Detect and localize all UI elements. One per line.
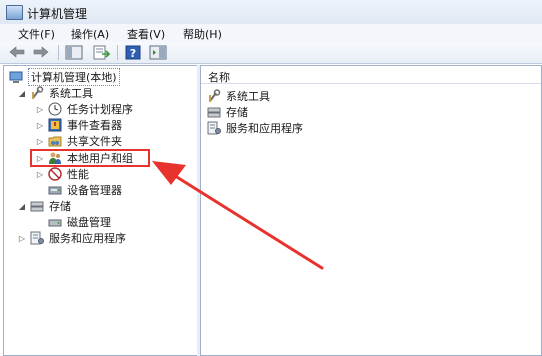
column-header-label: 名称 <box>208 71 230 84</box>
event-viewer-icon <box>48 118 62 132</box>
help-button[interactable]: ? <box>124 44 142 60</box>
show-hide-tree-button[interactable] <box>64 44 84 60</box>
menu-action[interactable]: 操作(A) <box>71 26 109 42</box>
services-icon <box>207 121 221 135</box>
disk-management-icon <box>48 215 62 229</box>
tree-item-label: 事件查看器 <box>67 119 122 132</box>
collapsed-arrow-icon[interactable]: ▷ <box>35 105 45 114</box>
tree-item-system-tools[interactable]: ◢ 系统工具 <box>17 85 93 101</box>
collapsed-arrow-icon[interactable]: ▷ <box>35 121 45 130</box>
tree-item-shared-folders[interactable]: ▷ 共享文件夹 <box>35 133 122 149</box>
show-hide-tree-icon <box>65 45 83 59</box>
computer-management-icon <box>9 70 23 84</box>
tree-item-label: 共享文件夹 <box>67 135 122 148</box>
list-item-label: 服务和应用程序 <box>226 122 303 135</box>
tree-item-disk-management[interactable]: 磁盘管理 <box>48 214 111 230</box>
tree-item-performance[interactable]: ▷ 性能 <box>35 166 89 182</box>
tree-item-label: 性能 <box>67 168 89 181</box>
list-item[interactable]: 服务和应用程序 <box>207 120 303 136</box>
tree-item-event-viewer[interactable]: ▷ 事件查看器 <box>35 117 122 133</box>
expanded-arrow-icon[interactable]: ◢ <box>17 202 27 211</box>
show-hide-action-pane-button[interactable] <box>148 44 168 60</box>
menu-view[interactable]: 查看(V) <box>127 26 165 42</box>
forward-button[interactable] <box>32 44 50 60</box>
column-header-name[interactable]: 名称 <box>201 66 541 84</box>
tree-item-label: 服务和应用程序 <box>49 232 126 245</box>
console-tree[interactable]: 计算机管理(本地) ◢ 系统工具 ▷ 任务计划程序 ▷ 事件查看器 ▷ 共享文件… <box>3 65 199 356</box>
services-icon <box>30 231 44 245</box>
tree-item-label: 系统工具 <box>49 87 93 100</box>
expanded-arrow-icon[interactable]: ◢ <box>17 89 27 98</box>
list-item-label: 存储 <box>226 106 248 119</box>
tree-item-label: 计算机管理(本地) <box>28 68 120 86</box>
forward-icon <box>33 46 49 58</box>
tree-item-label: 设备管理器 <box>67 184 122 197</box>
window-title: 计算机管理 <box>27 7 88 21</box>
results-pane[interactable]: 名称 系统工具 存储 服务和应用程序 <box>200 65 542 356</box>
menu-help[interactable]: 帮助(H) <box>183 26 222 42</box>
back-button[interactable] <box>8 44 26 60</box>
storage-icon <box>207 105 221 119</box>
list-item[interactable]: 存储 <box>207 104 248 120</box>
tree-item-computer-management[interactable]: 计算机管理(本地) <box>9 68 120 86</box>
export-list-button[interactable] <box>92 44 110 60</box>
tree-item-device-manager[interactable]: 设备管理器 <box>48 182 122 198</box>
toolbar-separator <box>58 45 59 60</box>
back-icon <box>9 46 25 58</box>
storage-icon <box>30 199 44 213</box>
tree-item-label: 磁盘管理 <box>67 216 111 229</box>
shared-folder-icon <box>48 134 62 148</box>
device-manager-icon <box>48 183 62 197</box>
system-tools-icon <box>207 89 221 103</box>
menu-bar: 文件(F) 操作(A) 查看(V) 帮助(H) <box>0 24 542 42</box>
toolbar: ? <box>0 42 542 64</box>
computer-management-icon <box>6 5 23 20</box>
list-item[interactable]: 系统工具 <box>207 88 270 104</box>
tree-item-label: 任务计划程序 <box>67 103 133 116</box>
title-bar: 计算机管理 <box>0 0 542 25</box>
tree-item-storage[interactable]: ◢ 存储 <box>17 198 71 214</box>
help-icon: ? <box>125 45 141 60</box>
toolbar-separator <box>117 45 118 60</box>
collapsed-arrow-icon[interactable]: ▷ <box>17 234 27 243</box>
tree-item-label: 存储 <box>49 200 71 213</box>
system-tools-icon <box>30 86 44 100</box>
show-hide-action-pane-icon <box>149 45 167 59</box>
svg-text:?: ? <box>130 47 136 60</box>
performance-icon <box>48 167 62 181</box>
highlight-box <box>30 149 150 167</box>
menu-file[interactable]: 文件(F) <box>18 26 55 42</box>
tree-item-services-apps[interactable]: ▷ 服务和应用程序 <box>17 230 126 246</box>
collapsed-arrow-icon[interactable]: ▷ <box>35 170 45 179</box>
collapsed-arrow-icon[interactable]: ▷ <box>35 137 45 146</box>
tree-item-task-scheduler[interactable]: ▷ 任务计划程序 <box>35 101 133 117</box>
list-item-label: 系统工具 <box>226 90 270 103</box>
export-list-icon <box>93 45 110 59</box>
clock-icon <box>48 102 62 116</box>
